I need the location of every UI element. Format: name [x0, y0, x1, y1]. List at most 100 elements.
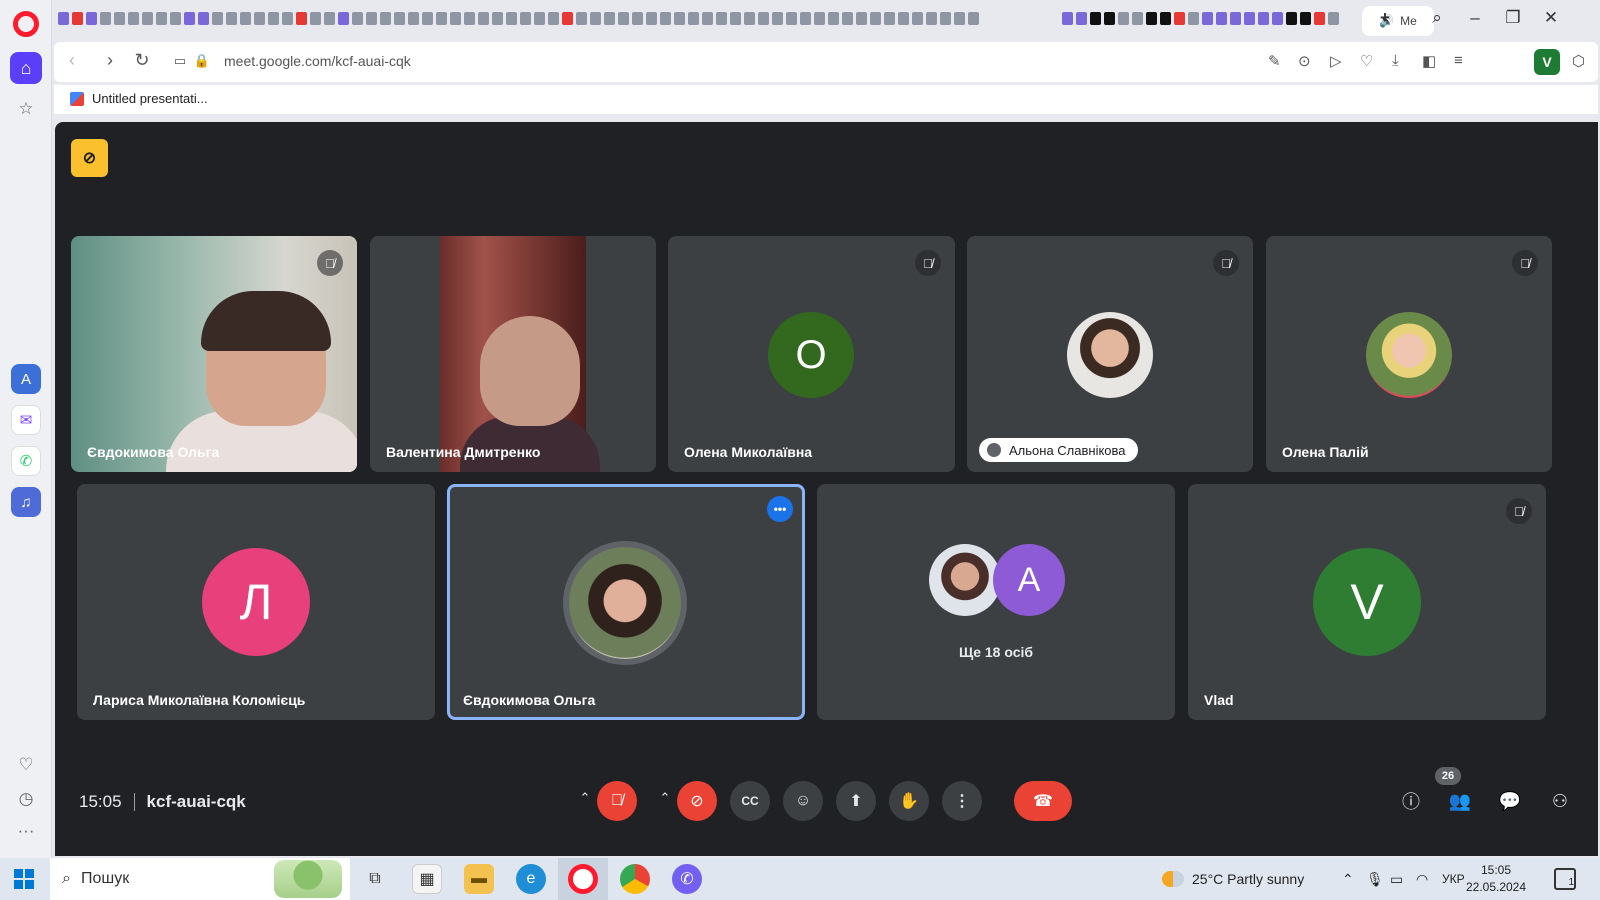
weather-text: 25°C Partly sunny [1192, 871, 1305, 887]
avatar-ring [563, 541, 687, 665]
participant-name: Альона Славнікова [1009, 442, 1126, 458]
microphone-tray-icon[interactable]: 🎙 [1366, 858, 1384, 900]
home-icon[interactable]: ⌂ [10, 52, 42, 84]
opera-logo-icon[interactable] [13, 11, 39, 37]
meeting-info: 15:05 kcf-auai-cqk [79, 792, 246, 812]
participant-name: Олена Палій [1282, 444, 1369, 460]
minimize-button[interactable]: – [1460, 8, 1490, 28]
meeting-code: kcf-auai-cqk [146, 792, 246, 811]
participant-tile[interactable]: 🎙̸ Альона Славнікова [967, 236, 1253, 472]
close-window-button[interactable]: ✕ [1536, 8, 1566, 28]
more-options-icon[interactable]: ••• [767, 496, 793, 522]
video-settings-chevron-icon[interactable]: ⌃ [657, 790, 673, 806]
others-tile[interactable]: А Ще 18 осіб [817, 484, 1175, 720]
participant-tile-self[interactable]: ••• Євдокимова Ольга [447, 484, 805, 720]
edit-icon[interactable]: ✎ [1268, 52, 1281, 70]
captions-button[interactable]: CC [730, 781, 770, 821]
mic-off-icon: 🎙̸ [1213, 250, 1239, 276]
chrome-icon[interactable] [620, 864, 650, 894]
viber-icon[interactable]: ✆ [672, 864, 702, 894]
url-field[interactable]: meet.google.com/kcf-auai-cqk [224, 53, 411, 69]
weather-icon [1162, 871, 1184, 887]
bookmark-item[interactable]: Untitled presentati... [70, 91, 208, 106]
chat-button[interactable]: 💬 [1493, 784, 1527, 818]
leave-call-button[interactable]: ☎ [1014, 781, 1072, 821]
messenger-icon[interactable]: ✉ [11, 405, 41, 435]
search-icon: ⌕ [62, 870, 71, 887]
weather-widget[interactable]: 25°C Partly sunny [1162, 858, 1304, 900]
download-icon[interactable]: ⤓ [1392, 52, 1399, 69]
raise-hand-button[interactable]: ✋ [889, 781, 929, 821]
audio-settings-chevron-icon[interactable]: ⌃ [577, 790, 593, 806]
restore-button[interactable]: ❐ [1498, 8, 1528, 28]
star-icon[interactable]: ☆ [13, 96, 39, 122]
history-icon[interactable]: ◷ [13, 786, 39, 812]
lock-icon[interactable]: 🔒 [190, 53, 214, 69]
participant-tile[interactable]: 🎙̸ О Олена Миколаївна [668, 236, 955, 472]
battery-saver-icon[interactable]: ◧ [1422, 52, 1436, 70]
more-options-button[interactable]: ⋮ [942, 781, 982, 821]
activities-button[interactable]: ⚇ [1543, 784, 1577, 818]
notification-center-icon[interactable]: 1 [1554, 868, 1576, 890]
store-icon[interactable]: ▦ [412, 864, 442, 894]
camera-indicator-icon[interactable]: ▭ [168, 53, 192, 69]
avatar [1366, 312, 1452, 398]
opera-sidebar: ⌂ ☆ A ✉ ✆ ♫ ♡ ◷ ··· [0, 0, 52, 858]
address-bar: ‹ › ↻ ▭ 🔒 meet.google.com/kcf-auai-cqk ✎… [54, 42, 1598, 82]
avatar [569, 547, 681, 659]
participant-name: Лариса Миколаївна Коломієць [93, 692, 306, 708]
participant-tile[interactable]: 🎙̸ Олена Палій [1266, 236, 1552, 472]
people-button[interactable]: 👥 [1443, 784, 1477, 818]
mic-toggle-button[interactable]: 🎙̸ [597, 781, 637, 821]
camera-off-indicator-icon[interactable]: ⊘ [71, 139, 108, 177]
reactions-button[interactable]: ☺ [783, 781, 823, 821]
participant-tile[interactable]: 🎙̸ V Vlad [1188, 484, 1546, 720]
camera-toggle-button[interactable]: ⊘ [677, 781, 717, 821]
easy-setup-icon[interactable]: ≡ [1454, 52, 1463, 69]
participant-tile[interactable]: 🎙̸ Євдокимова Ольга [71, 236, 357, 472]
taskbar-date: 22.05.2024 [1465, 880, 1527, 894]
tab-favicons-left[interactable] [58, 12, 307, 26]
windows-start-icon[interactable] [14, 869, 34, 889]
new-tab-button[interactable]: + [1370, 8, 1400, 28]
participant-name: Vlad [1204, 692, 1234, 708]
notification-count: 1 [1568, 877, 1574, 888]
avatar: А [993, 544, 1065, 616]
hand-icon [987, 443, 1001, 457]
heart-icon[interactable]: ♡ [13, 752, 39, 778]
snapshot-icon[interactable]: ⊙ [1298, 52, 1311, 70]
task-view-icon[interactable]: ⧉ [360, 864, 390, 894]
avatar [929, 544, 1001, 616]
tab-favicons-right[interactable] [1062, 12, 1339, 26]
taskbar-clock[interactable]: 15:05 22.05.2024 [1462, 862, 1530, 896]
back-button[interactable]: ‹ [60, 50, 84, 71]
send-icon[interactable]: ▷ [1330, 52, 1342, 70]
battery-icon[interactable]: ▭ [1390, 858, 1403, 900]
meeting-details-button[interactable]: ⓘ [1394, 784, 1428, 818]
participant-tile[interactable]: Л Лариса Миколаївна Коломієць [77, 484, 435, 720]
wifi-icon[interactable]: ◠ [1416, 858, 1428, 900]
forward-button[interactable]: › [98, 50, 122, 71]
player-icon[interactable]: ♫ [11, 487, 41, 517]
bookmarks-bar: Untitled presentati... [54, 84, 1598, 114]
more-icon[interactable]: ··· [13, 818, 39, 844]
edge-icon[interactable]: e [516, 864, 546, 894]
profile-avatar[interactable]: V [1534, 49, 1560, 75]
participant-name: Валентина Дмитренко [386, 444, 541, 460]
file-explorer-icon[interactable]: ▬ [464, 864, 494, 894]
taskbar-search[interactable]: ⌕ Пошук [50, 858, 350, 900]
participant-tile[interactable]: Валентина Дмитренко [370, 236, 656, 472]
extensions-icon[interactable]: ⬡ [1572, 52, 1585, 70]
opera-taskbar-icon[interactable] [568, 864, 598, 894]
others-count-label: Ще 18 осіб [958, 644, 1034, 660]
reload-button[interactable]: ↻ [130, 50, 154, 71]
tab-favicons-middle[interactable] [296, 12, 979, 26]
tray-chevron-icon[interactable]: ⌃ [1342, 858, 1354, 900]
search-tabs-icon[interactable]: ⌕ [1422, 8, 1452, 28]
whatsapp-icon[interactable]: ✆ [11, 446, 41, 476]
participant-name: Олена Миколаївна [684, 444, 813, 460]
aria-app-icon[interactable]: A [11, 364, 41, 394]
mic-off-icon: 🎙̸ [317, 250, 343, 276]
heart-bookmark-icon[interactable]: ♡ [1360, 52, 1373, 70]
present-button[interactable]: ⬆ [836, 781, 876, 821]
